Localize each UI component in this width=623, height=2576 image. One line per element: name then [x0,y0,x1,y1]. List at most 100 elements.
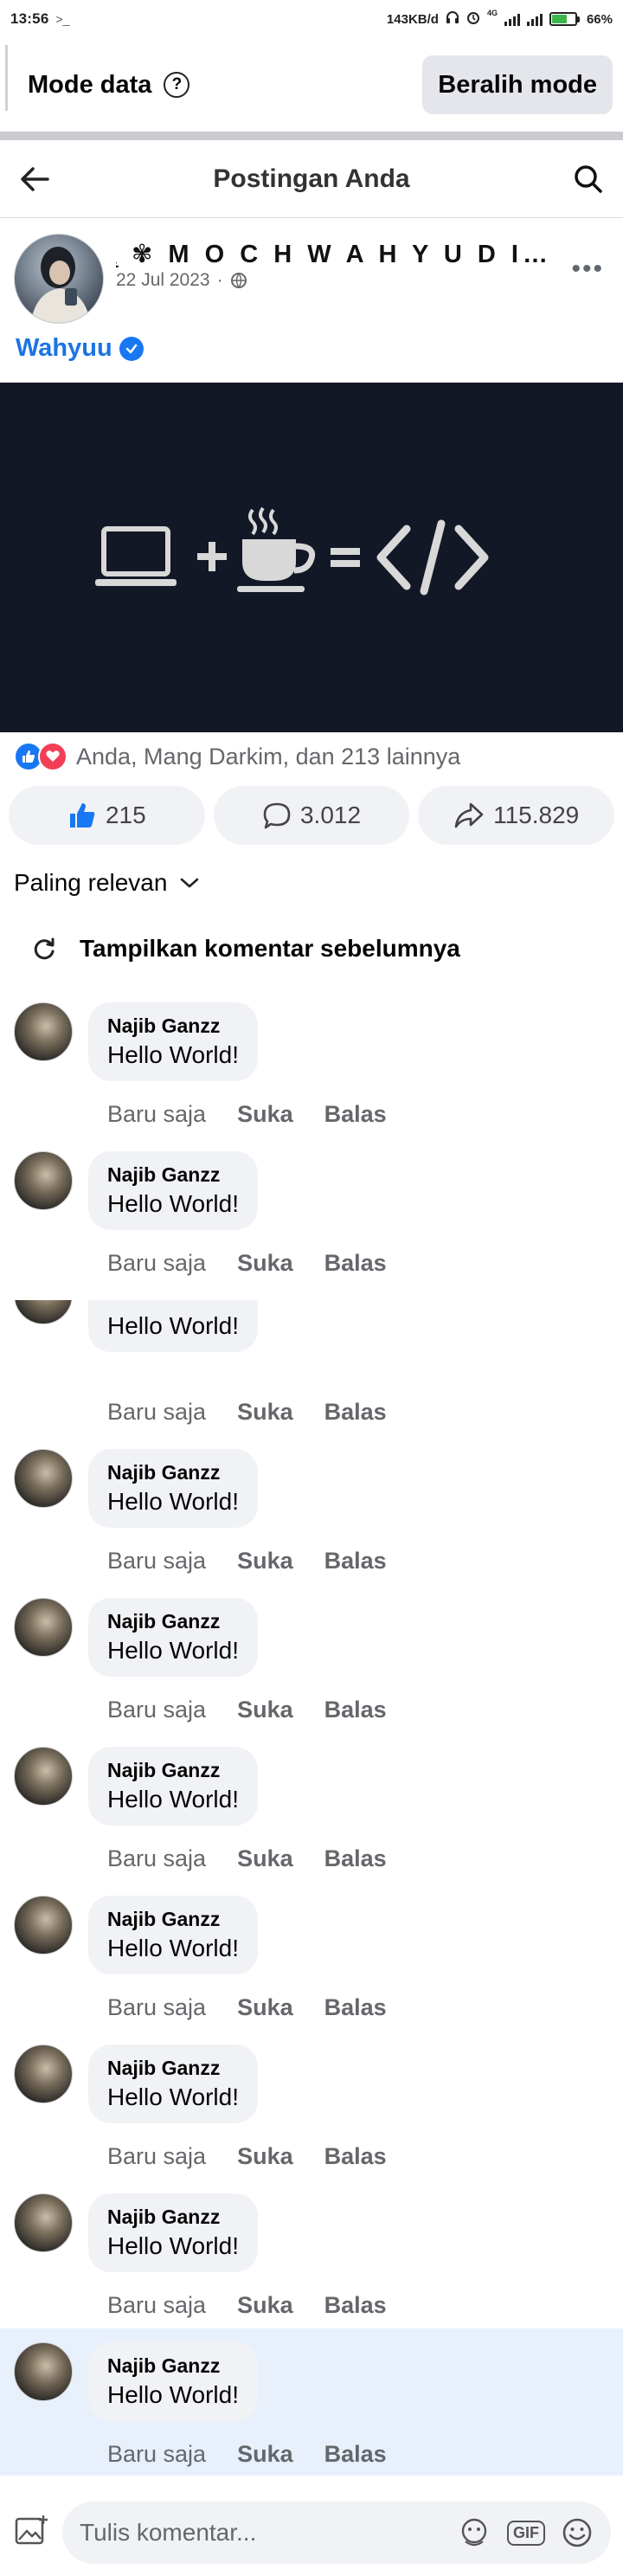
comment-text: Hello World! [107,1786,239,1813]
comment-bubble[interactable]: Najib Ganzz Hello World! [88,2193,258,2272]
comment-bubble[interactable]: Najib Ganzz Hello World! [88,2045,258,2123]
switch-mode-button[interactable]: Beralih mode [422,55,613,114]
comment-input[interactable]: Tulis komentar... GIF [62,2502,611,2564]
commenter-name[interactable]: Najib Ganzz [107,1163,239,1187]
comment-placeholder: Tulis komentar... [80,2519,257,2546]
comment-time: Baru saja [107,2441,207,2467]
like-comment-button[interactable]: Suka [237,2292,293,2319]
reply-button[interactable]: Balas [324,2292,387,2319]
comment-bubble[interactable]: Najib Ganzz Hello World! [88,1896,258,1974]
avatar[interactable] [14,2045,73,2103]
like-comment-button[interactable]: Suka [237,1399,293,1426]
commenter-name[interactable]: Najib Ganzz [107,1610,239,1633]
help-icon[interactable]: ? [164,72,190,98]
avatar[interactable] [14,1747,73,1806]
avatar[interactable] [14,1002,73,1061]
post-image-graphic [95,506,489,596]
comment-bubble[interactable]: Najib Ganzz Hello World! [88,1449,258,1528]
avatar[interactable] [14,1449,73,1508]
comment-icon [263,802,291,829]
commenter-name[interactable]: Najib Ganzz [107,2206,239,2229]
network-speed: 143KB/d [386,11,439,27]
more-options-icon[interactable]: ••• [571,254,604,284]
like-comment-button[interactable]: Suka [237,2441,293,2468]
avatar[interactable] [14,1896,73,1955]
battery-percent: 66% [586,11,613,27]
signal-icon [504,12,520,26]
signal-icon-2 [526,12,543,26]
reactions-summary[interactable]: Anda, Mang Darkim, dan 213 lainnya [14,740,460,773]
avatar[interactable] [14,1151,73,1210]
comment-bubble[interactable]: Najib Ganzz Hello World! [88,1747,258,1826]
like-comment-button[interactable]: Suka [237,1250,293,1277]
share-count: 115.829 [493,802,580,828]
post-date: 22 Jul 2023 [116,270,210,290]
avatar[interactable] [14,1598,73,1657]
reply-button[interactable]: Balas [324,1845,387,1872]
avatar-sticker-icon [461,2518,487,2547]
comment-meta: Baru saja Suka Balas [107,1101,387,1128]
comment-item: Najib Ganzz Hello World! Baru saja Suka … [0,1151,623,1300]
reply-button[interactable]: Balas [324,1399,387,1426]
comment-meta: Baru saja Suka Balas [107,1548,387,1575]
avatar[interactable] [14,1300,73,1324]
data-mode-banner: Mode data ? Beralih mode [0,38,623,132]
comment-sort-dropdown[interactable]: Paling relevan [14,869,200,897]
reply-button[interactable]: Balas [324,1250,387,1277]
like-comment-button[interactable]: Suka [237,1548,293,1575]
image-icon [15,2515,48,2544]
sort-label: Paling relevan [14,869,168,896]
globe-icon [230,273,247,288]
commenter-name[interactable]: Najib Ganzz [107,1759,239,1782]
commenter-name[interactable]: Najib Ganzz [107,1014,239,1038]
avatar[interactable] [14,234,104,324]
comment-item-highlighted: Najib Ganzz Hello World! Baru saja Suka … [0,2328,623,2476]
comment-item: Najib Ganzz Hello World! Baru saja Suka … [0,1002,623,1151]
like-button[interactable]: 215 [9,786,205,845]
previous-comments-link[interactable]: Tampilkan komentar sebelumnya [31,935,460,963]
divider [5,45,8,111]
comment-item: Najib Ganzz Hello World! Baru saja Suka … [0,1896,623,2045]
comment-bubble[interactable]: Najib Ganzz Hello World! [88,1002,258,1081]
chevron-down-icon [181,878,199,888]
comment-text: Hello World! [107,1041,239,1068]
like-comment-button[interactable]: Suka [237,1994,293,2021]
commenter-name[interactable]: Najib Ganzz [107,1908,239,1931]
back-button[interactable] [0,166,69,192]
gif-button[interactable]: GIF [507,2520,545,2546]
post-caption: Wahyuu [16,334,144,363]
reply-button[interactable]: Balas [324,2143,387,2170]
comment-bubble[interactable]: Najib Ganzz Hello World! [88,1151,258,1230]
commenter-name[interactable]: Najib Ganzz [107,2354,239,2378]
like-comment-button[interactable]: Suka [237,2143,293,2170]
arrow-left-icon [21,166,49,191]
divider [0,132,623,140]
commenter-name[interactable]: Najib Ganzz [107,2057,239,2080]
comment-bubble[interactable]: Najib Ganzz Hello World! [88,2342,258,2421]
reply-button[interactable]: Balas [324,1994,387,2021]
comment-item: Najib Ganzz Hello World! Baru saja Suka … [0,2045,623,2193]
like-comment-button[interactable]: Suka [237,1697,293,1723]
comment-button[interactable]: 3.012 [213,786,410,845]
author-name[interactable]: ̨ ✾ M O C H W A H Y U D I N A... [116,239,549,269]
comment-meta: Baru saja Suka Balas [107,2441,387,2468]
share-button[interactable]: 115.829 [418,786,615,845]
avatar[interactable] [14,2193,73,2252]
avatar[interactable] [14,2342,73,2401]
comment-bubble[interactable]: Hello World! [88,1300,258,1352]
terminal-icon: >_ [55,12,70,26]
reply-button[interactable]: Balas [324,1697,387,1723]
post-image[interactable] [0,383,623,732]
comment-bubble[interactable]: Najib Ganzz Hello World! [88,1598,258,1677]
like-comment-button[interactable]: Suka [237,1101,293,1128]
photo-button[interactable] [12,2512,50,2554]
post-author: ̨ ✾ M O C H W A H Y U D I N A... 22 Jul … [0,218,623,324]
commenter-name[interactable]: Najib Ganzz [107,1461,239,1484]
search-button[interactable] [554,164,623,194]
reply-button[interactable]: Balas [324,2441,387,2468]
thumbs-up-icon [69,803,95,828]
comment-text: Hello World! [107,1312,239,1339]
reply-button[interactable]: Balas [324,1101,387,1128]
like-comment-button[interactable]: Suka [237,1845,293,1872]
reply-button[interactable]: Balas [324,1548,387,1575]
